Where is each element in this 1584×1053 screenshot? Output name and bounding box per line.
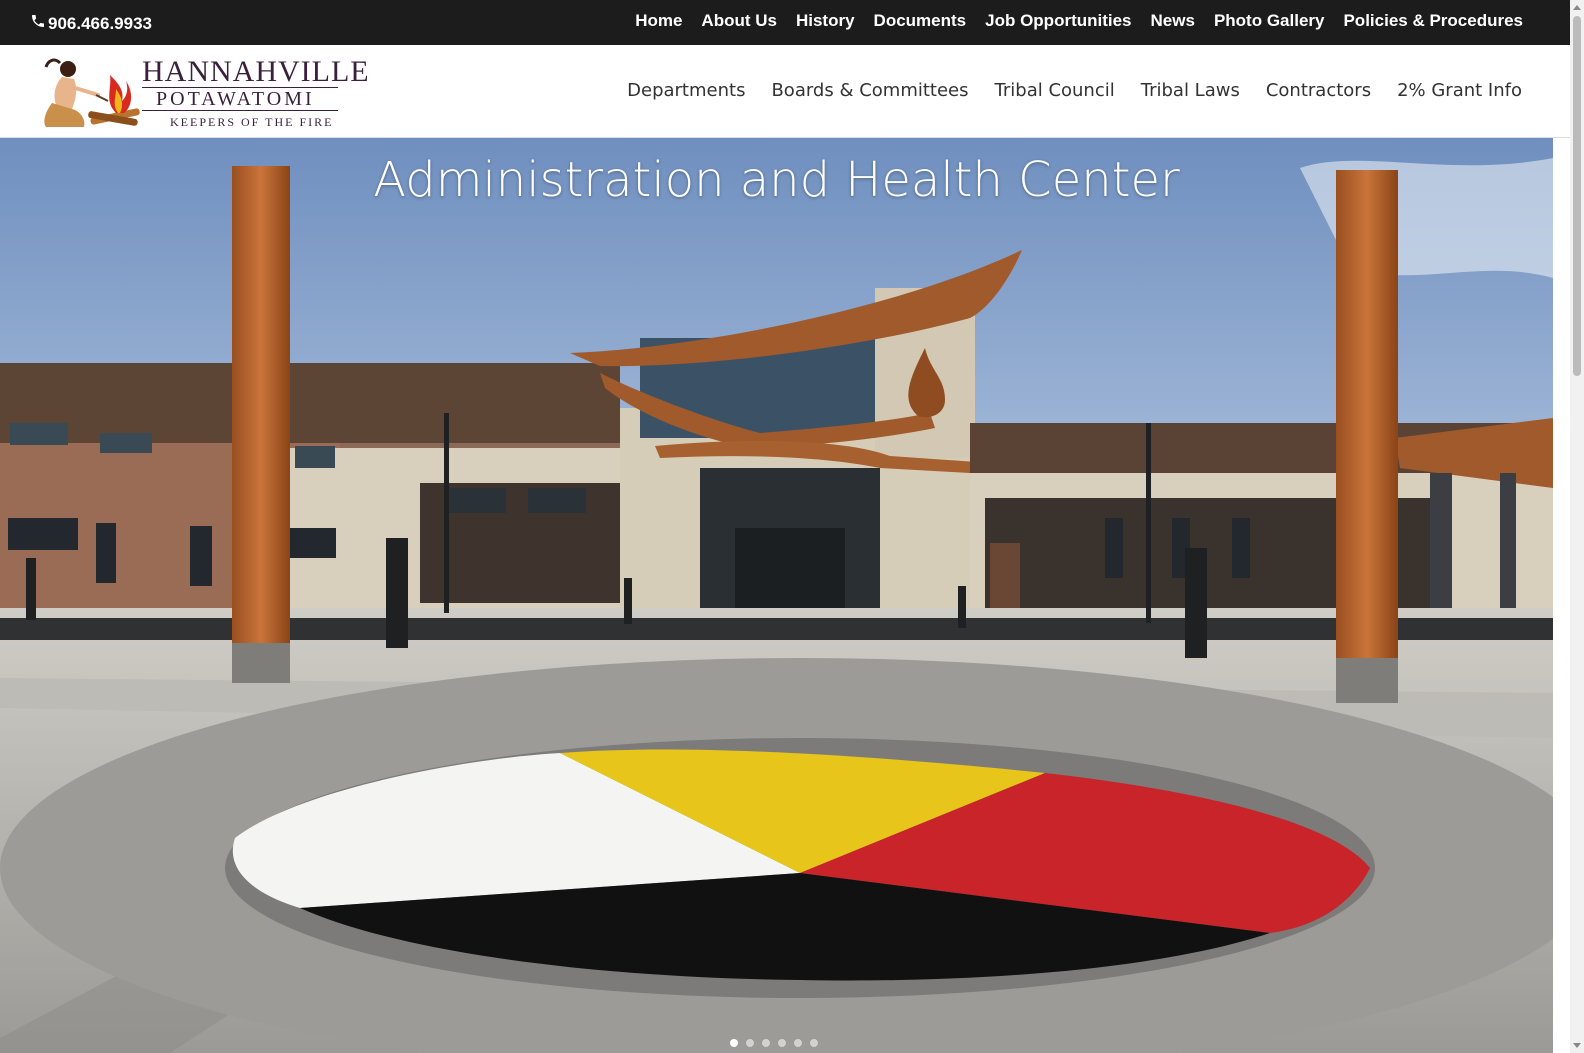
hero-title: Administration and Health Center xyxy=(373,152,1180,208)
slider-dot-3[interactable] xyxy=(762,1039,770,1047)
slider-dot-4[interactable] xyxy=(778,1039,786,1047)
main-nav: Departments Boards & Committees Tribal C… xyxy=(627,80,1522,101)
phone-icon xyxy=(30,13,46,34)
site-logo[interactable]: HANNAHVILLE POTAWATOMI KEEPERS OF THE FI… xyxy=(38,51,369,133)
slider-pagination xyxy=(730,1039,818,1047)
site-header: HANNAHVILLE POTAWATOMI KEEPERS OF THE FI… xyxy=(0,45,1570,138)
main-nav-boards-committees[interactable]: Boards & Committees xyxy=(771,80,968,101)
slider-dot-5[interactable] xyxy=(794,1039,802,1047)
main-nav-tribal-council[interactable]: Tribal Council xyxy=(995,80,1115,101)
top-bar: 906.466.9933 Home About Us History Docum… xyxy=(0,0,1570,45)
page: 906.466.9933 Home About Us History Docum… xyxy=(0,0,1584,1053)
top-nav-history[interactable]: History xyxy=(796,11,855,31)
top-nav-documents[interactable]: Documents xyxy=(874,11,967,31)
slider-dot-6[interactable] xyxy=(810,1039,818,1047)
page-scrollbar[interactable] xyxy=(1570,0,1584,1053)
top-nav-policies-procedures[interactable]: Policies & Procedures xyxy=(1343,11,1523,31)
phone-number: 906.466.9933 xyxy=(48,13,152,33)
main-nav-departments[interactable]: Departments xyxy=(627,80,745,101)
top-nav-job-opportunities[interactable]: Job Opportunities xyxy=(985,11,1131,31)
scrollbar-thumb[interactable] xyxy=(1573,16,1581,376)
fire-keeper-illustration-icon xyxy=(44,58,140,127)
main-nav-contractors[interactable]: Contractors xyxy=(1266,80,1371,101)
logo-wordmark: HANNAHVILLE POTAWATOMI KEEPERS OF THE FI… xyxy=(142,57,370,130)
phone-link[interactable]: 906.466.9933 xyxy=(30,13,152,34)
top-nav: Home About Us History Documents Job Oppo… xyxy=(635,11,1523,31)
logo-line-1: HANNAHVILLE xyxy=(142,55,370,88)
hero-slider[interactable]: Administration and Health Center xyxy=(0,138,1553,1053)
logo-tagline: KEEPERS OF THE FIRE xyxy=(170,115,334,129)
main-nav-tribal-laws[interactable]: Tribal Laws xyxy=(1141,80,1240,101)
hero-photo xyxy=(0,138,1553,1053)
slider-dot-1[interactable] xyxy=(730,1039,738,1047)
top-nav-news[interactable]: News xyxy=(1151,11,1195,31)
slider-dot-2[interactable] xyxy=(746,1039,754,1047)
top-nav-home[interactable]: Home xyxy=(635,11,682,31)
main-nav-grant-info[interactable]: 2% Grant Info xyxy=(1397,80,1522,101)
top-nav-photo-gallery[interactable]: Photo Gallery xyxy=(1214,11,1325,31)
logo-line-2: POTAWATOMI xyxy=(142,87,338,111)
scroll-down-arrow-icon[interactable] xyxy=(1573,1043,1581,1048)
scroll-up-arrow-icon[interactable] xyxy=(1573,5,1581,10)
top-nav-about-us[interactable]: About Us xyxy=(701,11,777,31)
